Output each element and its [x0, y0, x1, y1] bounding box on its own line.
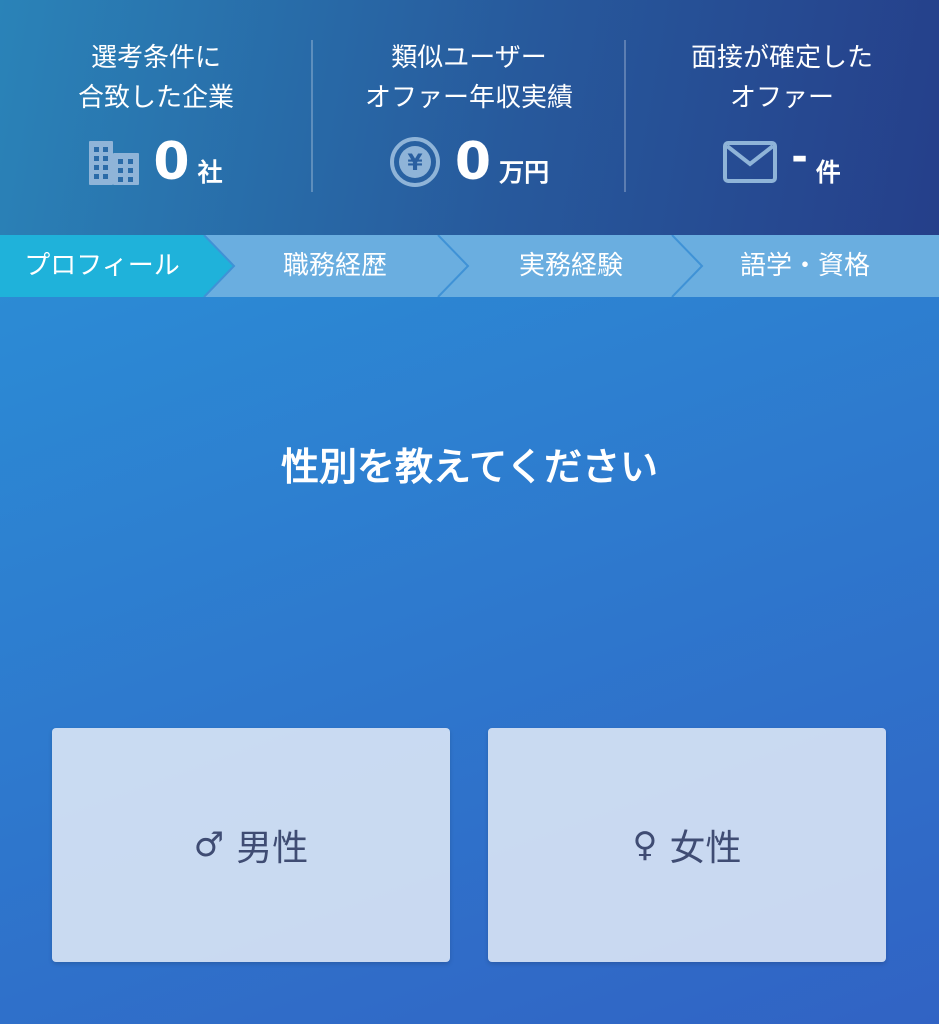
stat-label-line1: 類似ユーザー — [391, 43, 547, 73]
stat-label-line1: 面接が確定した — [690, 43, 873, 73]
question-title: 性別を教えてください — [281, 445, 658, 489]
stat-confirmed-interviews: 面接が確定した オファー - 件 — [626, 0, 938, 235]
stat-label-line2: オファー年収実績 — [364, 83, 573, 113]
stat-label-line1: 選考条件に — [90, 43, 221, 73]
stat-value-row: - 件 — [626, 130, 938, 194]
male-symbol-icon: ♂ — [193, 825, 225, 865]
stat-value: 0 — [454, 132, 492, 192]
stat-label-line2: オファー — [729, 83, 834, 113]
stat-label-line2: 合致した企業 — [77, 83, 234, 113]
female-button[interactable]: ♀ 女性 — [488, 728, 886, 962]
step-languages-qualifications[interactable]: 語学・資格 — [692, 235, 918, 297]
stat-unit: 件 — [815, 158, 841, 187]
svg-text:¥: ¥ — [407, 151, 423, 176]
step-profile[interactable]: プロフィール — [0, 235, 204, 297]
stat-value-row: ¥ 0 万円 — [313, 130, 625, 194]
stat-value: 0 — [153, 132, 190, 192]
step-work-history[interactable]: 職務経歴 — [222, 235, 448, 297]
mail-icon — [723, 141, 778, 183]
stat-similar-user-offer: 類似ユーザー オファー年収実績 ¥ 0 万円 — [313, 0, 625, 235]
stat-unit: 社 — [197, 158, 223, 187]
yen-coin-icon: ¥ — [389, 136, 441, 188]
step-work-experience[interactable]: 実務経験 — [458, 235, 684, 297]
progress-steps: プロフィール 職務経歴 実務経験 語学・資格 — [0, 235, 939, 297]
female-symbol-icon: ♀ — [632, 825, 658, 865]
stat-unit: 万円 — [499, 158, 550, 187]
stat-value-row: 0 社 — [0, 130, 312, 194]
female-label: 女性 — [669, 828, 742, 869]
stat-value: - — [791, 134, 808, 180]
male-button[interactable]: ♂ 男性 — [52, 728, 450, 962]
male-label: 男性 — [236, 828, 309, 869]
stat-matching-companies: 選考条件に 合致した企業 0 社 — [0, 0, 312, 235]
building-icon — [89, 139, 140, 185]
stats-header: 選考条件に 合致した企業 0 社 類似ユーザー オファー年収実績 ¥ 0 万円 … — [0, 0, 939, 235]
